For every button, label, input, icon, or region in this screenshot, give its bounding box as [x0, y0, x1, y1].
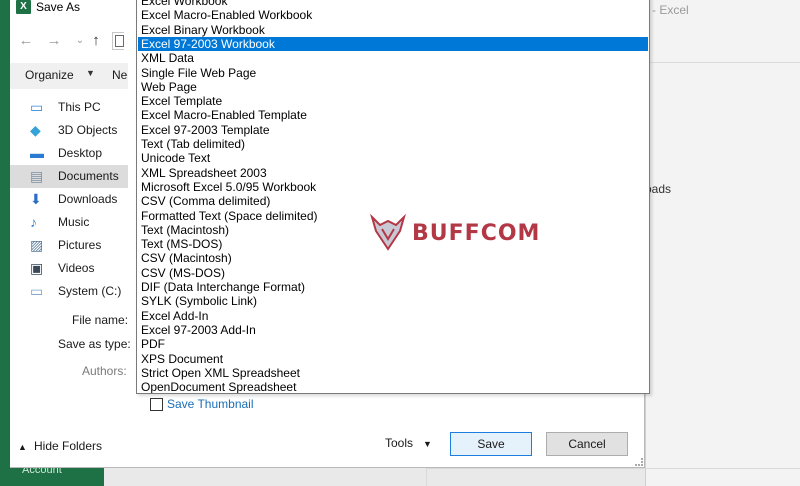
authors-label: Authors:: [82, 364, 127, 378]
cube-icon: ◆: [30, 122, 41, 138]
address-bar[interactable]: [112, 32, 124, 50]
file-type-option[interactable]: Strict Open XML Spreadsheet: [138, 366, 648, 380]
download-icon: ⬇: [30, 191, 42, 207]
sidebar-item-desktop[interactable]: ▬ Desktop: [10, 142, 128, 165]
buffcom-watermark: BUFFCOM: [368, 213, 548, 253]
sidebar-item-documents[interactable]: ▤ Documents: [10, 165, 128, 188]
file-type-option[interactable]: CSV (MS-DOS): [138, 266, 648, 280]
file-type-option[interactable]: OpenDocument Spreadsheet: [138, 380, 648, 393]
file-name-label: File name:: [72, 313, 129, 327]
pictures-icon: ▨: [30, 237, 44, 253]
dialog-title-bar: X Save As: [10, 0, 130, 18]
save-as-dialog: X Save As ← → ⌄ ↑ Organize ▼ Ne ▭ This PC…: [10, 0, 650, 468]
sidebar-item-pictures[interactable]: ▨ Pictures: [10, 234, 128, 257]
file-type-option[interactable]: Excel Workbook: [138, 0, 648, 8]
file-type-option[interactable]: XML Spreadsheet 2003: [138, 166, 648, 180]
bull-logo-icon: [369, 213, 407, 251]
file-type-option[interactable]: Excel 97-2003 Template: [138, 123, 648, 137]
video-icon: ▣: [30, 260, 44, 276]
excel-window-title: - Excel: [652, 3, 689, 17]
dialog-title: Save As: [36, 0, 81, 14]
divider: [645, 62, 800, 63]
file-type-option[interactable]: SYLK (Symbolic Link): [138, 294, 648, 308]
music-icon: ♪: [30, 214, 37, 230]
sidebar-item-label: This PC: [58, 100, 101, 114]
command-bar: Organize ▼ Ne: [10, 63, 128, 89]
sidebar-item-system-c[interactable]: ▭ System (C:): [10, 280, 128, 303]
sidebar-item-videos[interactable]: ▣ Videos: [10, 257, 128, 280]
hide-folders-button[interactable]: ▲ Hide Folders: [18, 439, 102, 453]
sidebar-item-label: Pictures: [58, 238, 102, 252]
document-icon: ▤: [30, 168, 44, 184]
desktop-icon: ▬: [30, 145, 44, 161]
save-thumbnail-label[interactable]: Save Thumbnail: [167, 397, 254, 411]
sidebar-item-label: System (C:): [58, 284, 122, 298]
back-arrow-icon[interactable]: ←: [16, 30, 36, 52]
watermark-text: BUFFCOM: [412, 221, 541, 246]
file-type-option[interactable]: PDF: [138, 337, 648, 351]
file-type-option[interactable]: CSV (Comma delimited): [138, 194, 648, 208]
file-type-option[interactable]: Excel Binary Workbook: [138, 23, 648, 37]
tools-button[interactable]: Tools ▼: [385, 436, 432, 450]
file-type-option[interactable]: Text (Tab delimited): [138, 137, 648, 151]
save-button[interactable]: Save: [450, 432, 532, 456]
file-type-option[interactable]: XPS Document: [138, 352, 648, 366]
sidebar-item-label: Music: [58, 215, 90, 229]
sidebar-item-label: 3D Objects: [58, 123, 118, 137]
excel-backstage-sidebar: [0, 0, 10, 486]
drive-icon: ▭: [30, 283, 44, 299]
sidebar-item-label: Documents: [58, 169, 119, 183]
document-icon: [115, 35, 124, 47]
save-thumbnail-checkbox[interactable]: [150, 398, 163, 411]
excel-backstage-panel: [645, 0, 800, 486]
new-folder-button[interactable]: Ne: [112, 68, 127, 82]
cancel-button[interactable]: Cancel: [546, 432, 628, 456]
file-type-option[interactable]: XML Data: [138, 51, 648, 65]
sidebar-scrollbar[interactable]: [10, 302, 128, 308]
file-type-option[interactable]: Excel Template: [138, 94, 648, 108]
sidebar-item-music[interactable]: ♪ Music: [10, 211, 128, 234]
file-type-option[interactable]: Excel Add-In: [138, 309, 648, 323]
sidebar-item-label: Desktop: [58, 146, 103, 160]
file-type-option[interactable]: DIF (Data Interchange Format): [138, 280, 648, 294]
sidebar-item-3d-objects[interactable]: ◆ 3D Objects: [10, 119, 128, 142]
file-type-option[interactable]: Excel Macro-Enabled Template: [138, 108, 648, 122]
save-as-type-dropdown-list[interactable]: Excel Workbook Excel Macro-Enabled Workbo…: [136, 0, 650, 394]
file-type-option[interactable]: Unicode Text: [138, 151, 648, 165]
forward-arrow-icon[interactable]: →: [44, 30, 64, 52]
organize-button[interactable]: Organize: [25, 68, 74, 82]
up-arrow-icon[interactable]: ↑: [86, 30, 106, 52]
sidebar-item-downloads[interactable]: ⬇ Downloads: [10, 188, 128, 211]
divider: [426, 468, 427, 486]
file-type-option[interactable]: Excel Macro-Enabled Workbook: [138, 8, 648, 22]
tools-label: Tools: [385, 436, 414, 450]
file-type-option[interactable]: CSV (Macintosh): [138, 251, 648, 265]
hide-folders-label: Hide Folders: [34, 439, 103, 453]
file-type-option[interactable]: Microsoft Excel 5.0/95 Workbook: [138, 180, 648, 194]
chevron-down-icon: ▼: [423, 439, 432, 449]
excel-icon: X: [16, 0, 31, 14]
sidebar-item-this-pc[interactable]: ▭ This PC: [10, 96, 128, 119]
sidebar-item-label: Videos: [58, 261, 95, 275]
resize-grip[interactable]: [635, 458, 643, 466]
file-type-option[interactable]: Web Page: [138, 80, 648, 94]
chevron-up-icon: ▲: [18, 442, 27, 452]
dialog-footer: ▲ Hide Folders Tools ▼ Save Cancel: [10, 426, 645, 468]
computer-icon: ▭: [30, 99, 44, 115]
navigation-pane: ▭ This PC ◆ 3D Objects ▬ Desktop ▤ Documents ⬇ Do…: [10, 96, 128, 302]
sidebar-item-label: Downloads: [58, 192, 118, 206]
file-type-option[interactable]: Single File Web Page: [138, 66, 648, 80]
divider: [426, 468, 800, 469]
file-type-option[interactable]: Excel 97-2003 Workbook: [138, 36, 648, 52]
chevron-down-icon[interactable]: ▼: [86, 68, 95, 78]
save-as-type-label: Save as type:: [58, 337, 131, 351]
file-type-option[interactable]: Excel 97-2003 Add-In: [138, 323, 648, 337]
